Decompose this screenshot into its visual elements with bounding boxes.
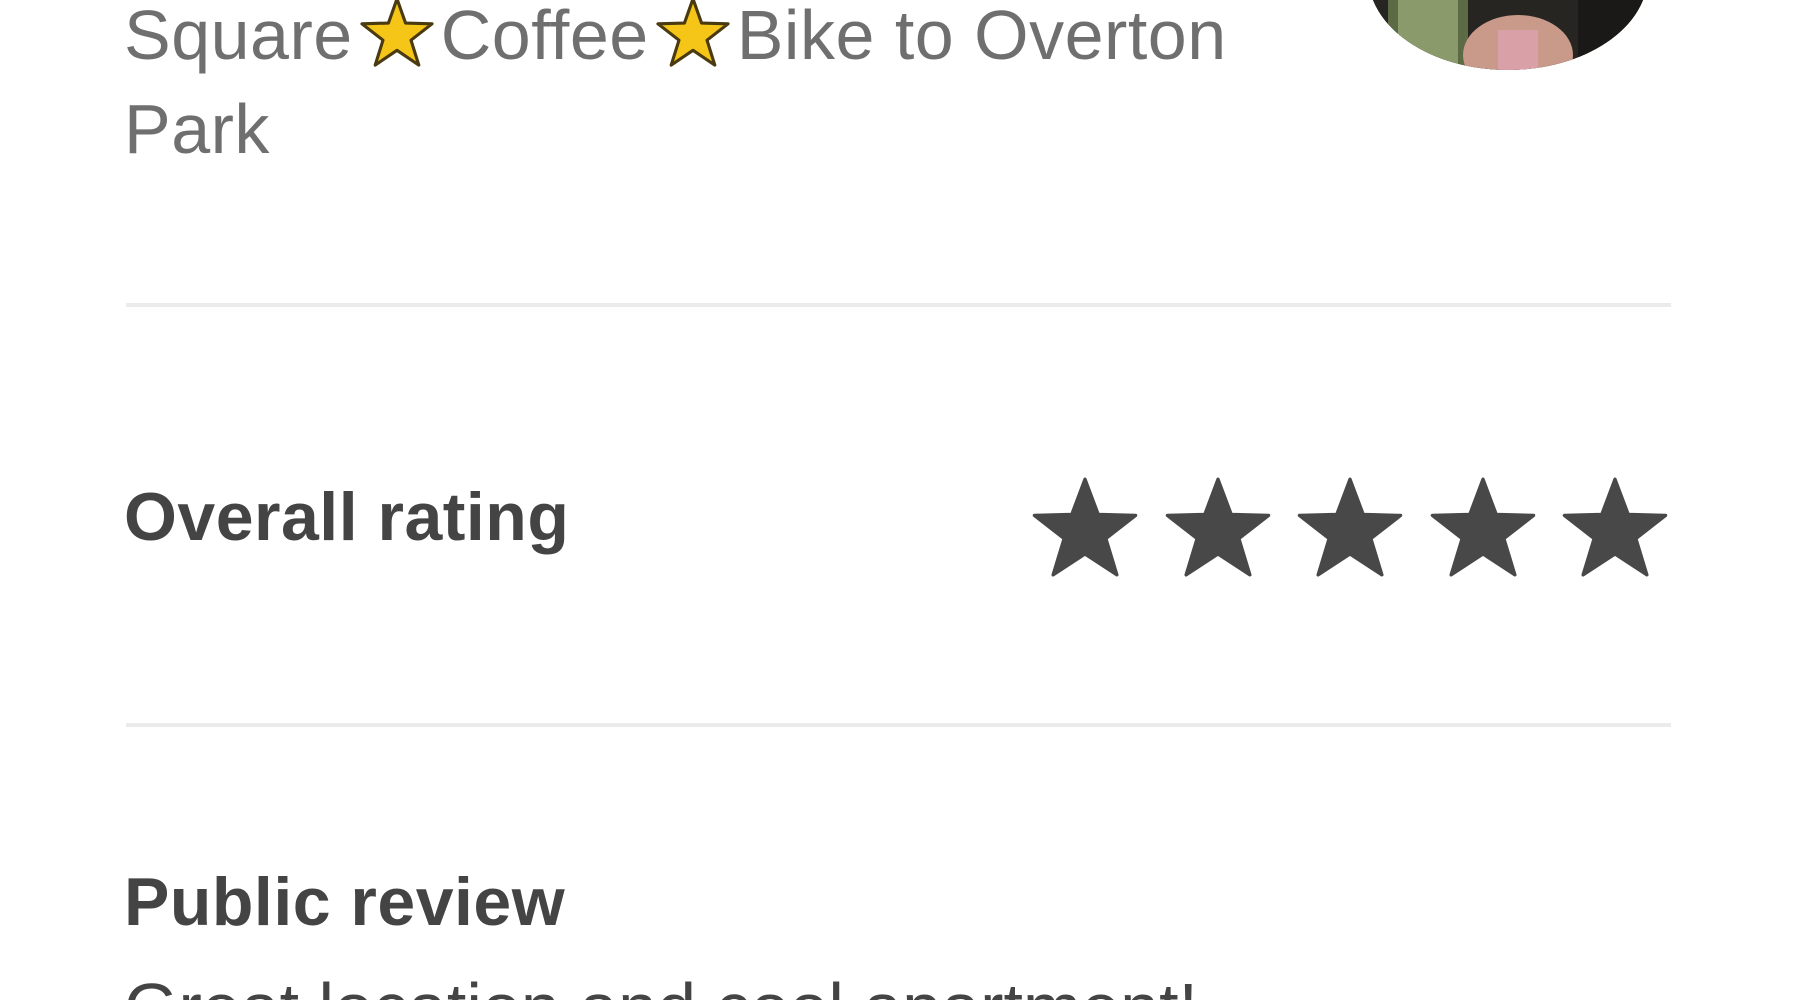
star-icon[interactable]	[1163, 472, 1273, 582]
public-review-label: Public review	[124, 864, 566, 940]
section-divider	[126, 303, 1671, 307]
star-icon[interactable]	[1428, 472, 1538, 582]
star-icon[interactable]	[1295, 472, 1405, 582]
star-emoji-icon	[360, 0, 434, 67]
listing-title-part: Coffee	[440, 0, 649, 74]
listing-title: Square Coffee Bike to Overton Park	[124, 0, 1354, 176]
public-review-text[interactable]: Great location and cool apartment!	[124, 968, 1198, 1000]
star-icon[interactable]	[1030, 472, 1140, 582]
star-icon[interactable]	[1560, 472, 1670, 582]
star-emoji-icon	[656, 0, 730, 67]
host-avatar	[1368, 0, 1648, 70]
review-form-page: Square Coffee Bike to Overton Park Overa…	[0, 0, 1800, 1000]
listing-title-part: Square	[124, 0, 353, 74]
avatar-photo	[1368, 0, 1648, 70]
section-divider	[126, 723, 1671, 727]
overall-rating-stars[interactable]	[1030, 472, 1670, 582]
overall-rating-label: Overall rating	[124, 479, 570, 555]
